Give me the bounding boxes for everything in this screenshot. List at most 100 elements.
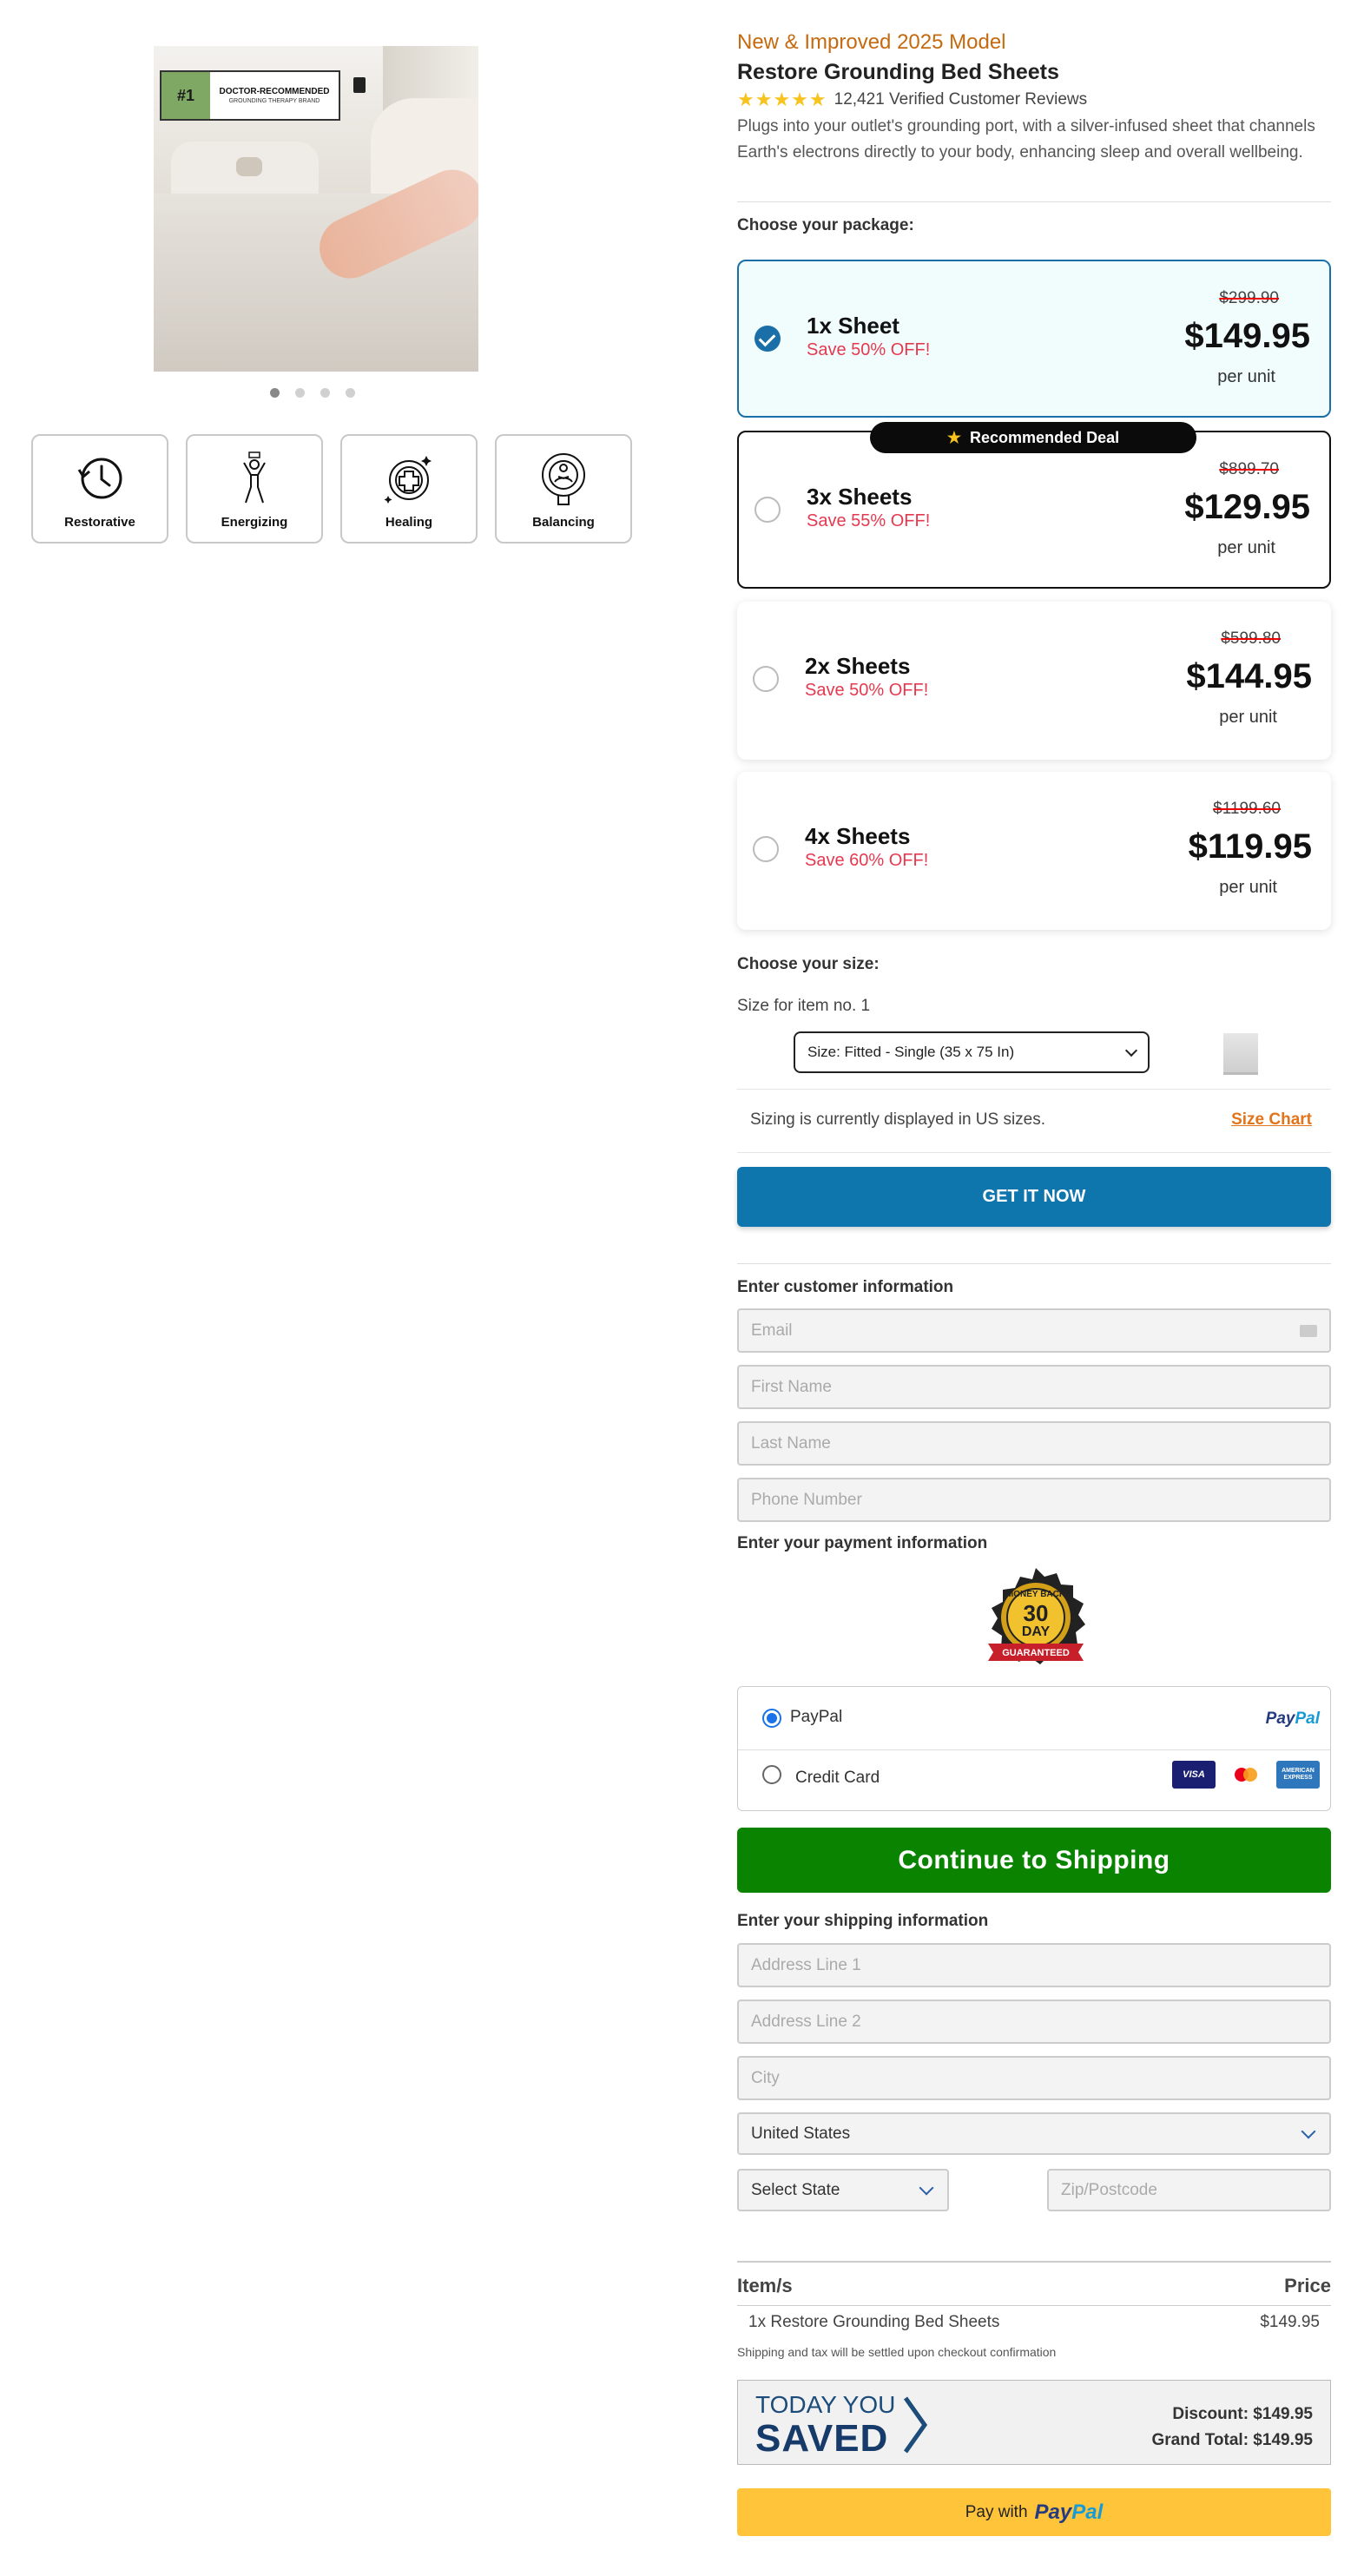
guarantee-ribbon: GUARANTEED: [1002, 1648, 1070, 1658]
paypal-pay: Pay: [1034, 2500, 1072, 2524]
paypal-logo-icon: PayPal: [1266, 1710, 1320, 1729]
city-field[interactable]: City: [737, 2056, 1331, 2100]
size-chart-link[interactable]: Size Chart: [1231, 1110, 1312, 1130]
phone-field[interactable]: Phone Number: [737, 1478, 1331, 1522]
badge-title: DOCTOR-RECOMMENDED: [219, 87, 330, 96]
gallery-dot[interactable]: [346, 388, 355, 398]
benefit-restorative: Restorative: [31, 434, 168, 544]
paypal-logo-pal: Pal: [1295, 1710, 1320, 1728]
email-placeholder: Email: [751, 1321, 793, 1340]
package-radio-checked-icon[interactable]: [754, 326, 781, 352]
size-heading: Choose your size:: [737, 955, 880, 973]
benefit-list: Restorative Energizing Healing Balancing: [31, 434, 632, 544]
doctor-recommended-badge: #1 DOCTOR-RECOMMENDED GROUNDING THERAPY …: [160, 70, 340, 121]
chevron-down-icon: [1124, 1044, 1138, 1057]
checkout-page: #1 DOCTOR-RECOMMENDED GROUNDING THERAPY …: [0, 0, 1364, 2576]
package-save: Save 50% OFF!: [807, 340, 931, 359]
package-heading: Choose your package:: [737, 216, 914, 234]
package-price: $129.95: [1184, 488, 1310, 526]
package-option-2x[interactable]: 2x Sheets Save 50% OFF! $599.80 $144.95 …: [737, 602, 1331, 760]
state-select[interactable]: Select State: [737, 2169, 949, 2211]
country-value: United States: [751, 2124, 851, 2143]
package-option-3x[interactable]: ★ Recommended Deal 3x Sheets Save 55% OF…: [737, 422, 1331, 589]
card-label: Credit Card: [795, 1769, 880, 1787]
star-icon: ★: [946, 428, 962, 446]
medical-cross-icon: [384, 456, 432, 504]
size-note: Sizing is currently displayed in US size…: [750, 1110, 1046, 1129]
gallery-dot[interactable]: [320, 388, 330, 398]
email-field[interactable]: Email: [737, 1308, 1331, 1353]
discount-text: Discount: $149.95: [1172, 2405, 1313, 2423]
payment-option-paypal[interactable]: PayPal PayPal: [738, 1687, 1330, 1749]
benefit-label: Restorative: [64, 515, 135, 530]
product-image[interactable]: #1 DOCTOR-RECOMMENDED GROUNDING THERAPY …: [154, 46, 478, 372]
recommended-label: Recommended Deal: [970, 428, 1120, 446]
size-select[interactable]: Size: Fitted - Single (35 x 75 In): [794, 1031, 1150, 1073]
paypal-logo-icon: PayPal: [1035, 2500, 1104, 2525]
shipping-heading: Enter your shipping information: [737, 1912, 989, 1930]
last-name-field[interactable]: Last Name: [737, 1421, 1331, 1466]
continue-to-shipping-button[interactable]: Continue to Shipping: [737, 1828, 1331, 1893]
address-line-2-placeholder: Address Line 2: [751, 2012, 861, 2031]
badge-subtitle: GROUNDING THERAPY BRAND: [228, 98, 320, 104]
recommended-badge: ★ Recommended Deal: [870, 422, 1196, 453]
sheet-tag-icon: [353, 77, 366, 93]
package-old-price: $899.70: [1219, 460, 1279, 478]
grand-total-text: Grand Total: $149.95: [1151, 2431, 1314, 2449]
package-unit: per unit: [1219, 708, 1277, 727]
paypal-radio[interactable]: [762, 1709, 781, 1728]
country-select[interactable]: United States: [737, 2112, 1331, 2155]
mail-icon: [1300, 1325, 1317, 1337]
benefit-label: Healing: [385, 515, 433, 530]
card-radio[interactable]: [762, 1765, 781, 1784]
size-thumbnail: [1223, 1033, 1258, 1075]
package-unit: per unit: [1219, 878, 1277, 897]
gallery-dot[interactable]: [295, 388, 305, 398]
zip-field[interactable]: Zip/Postcode: [1047, 2169, 1331, 2211]
package-radio[interactable]: [753, 836, 779, 862]
first-name-field[interactable]: First Name: [737, 1365, 1331, 1409]
size-select-value: Size: Fitted - Single (35 x 75 In): [807, 1044, 1015, 1060]
package-name: 3x Sheets: [807, 484, 913, 510]
payment-option-card[interactable]: Credit Card VISA AMERICAN EXPRESS: [738, 1749, 1330, 1811]
benefit-label: Balancing: [532, 515, 595, 530]
guarantee-day: DAY: [1022, 1624, 1051, 1639]
get-it-now-button[interactable]: GET IT NOW: [737, 1167, 1331, 1227]
address-line-2-field[interactable]: Address Line 2: [737, 2000, 1331, 2044]
package-radio[interactable]: [753, 666, 779, 692]
benefit-healing: Healing: [340, 434, 478, 544]
model-tag: New & Improved 2025 Model: [737, 30, 1006, 54]
pay-with-paypal-button[interactable]: Pay with PayPal: [737, 2488, 1331, 2536]
size-item-label: Size for item no. 1: [737, 997, 871, 1015]
package-option-4x[interactable]: 4x Sheets Save 60% OFF! $1199.60 $119.95…: [737, 772, 1331, 930]
chevron-down-icon: [919, 2180, 934, 2196]
gallery-dot[interactable]: [270, 388, 280, 398]
product-description: Plugs into your outlet's grounding port,…: [737, 117, 1315, 161]
divider: [737, 201, 1331, 202]
card-logos: VISA AMERICAN EXPRESS: [1172, 1761, 1320, 1789]
customer-heading: Enter customer information: [737, 1278, 954, 1296]
paypal-pal: Pal: [1071, 2500, 1104, 2524]
today-you-text: TODAY YOU: [755, 2391, 896, 2418]
savings-banner: TODAY YOU SAVED Discount: $149.95 Grand …: [737, 2380, 1331, 2465]
summary-item-price: $149.95: [1260, 2313, 1320, 2331]
image-mug: [236, 157, 262, 176]
package-radio[interactable]: [754, 497, 781, 523]
gallery-dots: [270, 388, 355, 398]
first-name-placeholder: First Name: [751, 1377, 832, 1396]
order-summary-header: Item/s Price: [737, 2261, 1331, 2306]
mastercard-icon: [1224, 1761, 1268, 1789]
zip-placeholder: Zip/Postcode: [1061, 2180, 1157, 2199]
address-line-1-field[interactable]: Address Line 1: [737, 1943, 1331, 1987]
summary-item-header: Item/s: [737, 2275, 793, 2296]
shipping-tax-note: Shipping and tax will be settled upon ch…: [737, 2345, 1057, 2359]
package-price: $119.95: [1188, 827, 1312, 866]
pay-with-label: Pay with: [965, 2502, 1028, 2521]
package-price: $149.95: [1184, 317, 1310, 355]
divider: [737, 1263, 1331, 1264]
review-count[interactable]: 12,421 Verified Customer Reviews: [834, 90, 1087, 109]
package-option-1x[interactable]: 1x Sheet Save 50% OFF! $299.90 $149.95 p…: [737, 260, 1331, 418]
amex-icon: AMERICAN EXPRESS: [1276, 1761, 1320, 1789]
package-save: Save 55% OFF!: [807, 511, 931, 530]
saved-text: SAVED: [755, 2417, 889, 2460]
